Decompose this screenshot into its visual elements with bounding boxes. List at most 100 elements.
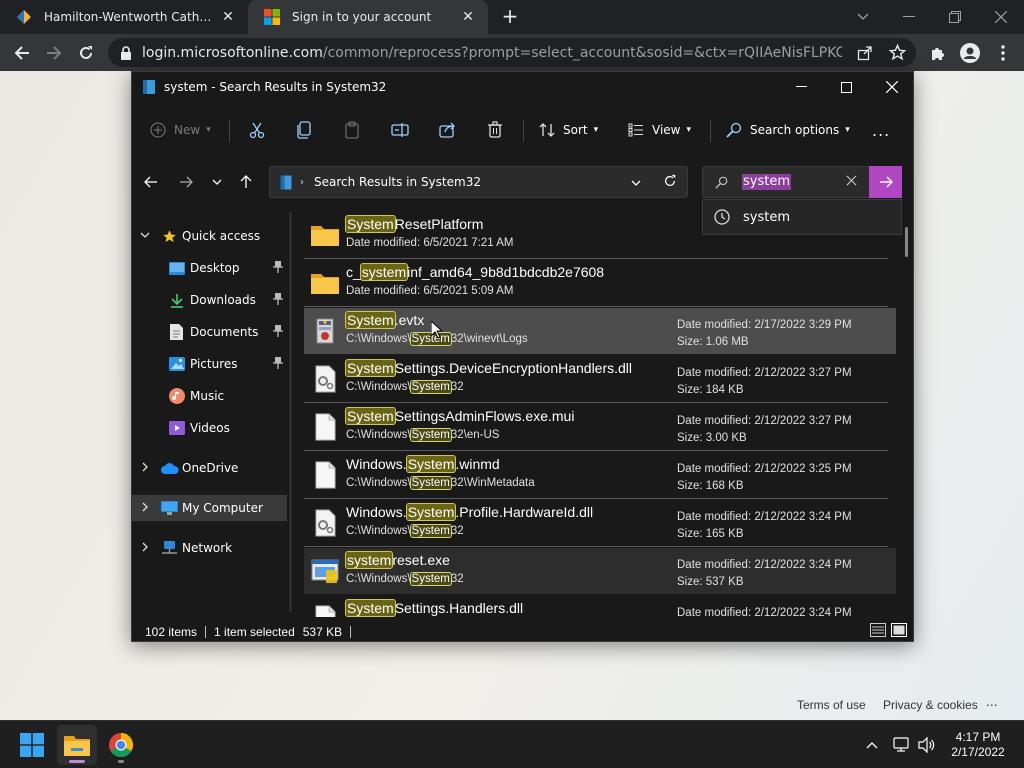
- search-input[interactable]: system: [742, 174, 791, 190]
- breadcrumb-chevron-icon[interactable]: ›: [300, 177, 304, 188]
- file-size: Size: 1.06 MB: [677, 336, 749, 348]
- nav-pane-scrollbar[interactable]: [289, 212, 292, 612]
- rename-button[interactable]: [391, 110, 409, 150]
- close-window-icon[interactable]: [978, 0, 1024, 34]
- browser-tab-hwcdsb[interactable]: Hamilton-Wentworth Catholic D ✕: [0, 0, 248, 34]
- nav-downloads[interactable]: Downloads: [132, 287, 287, 313]
- nav-network[interactable]: Network: [132, 535, 287, 561]
- recent-locations-chevron-icon[interactable]: [204, 169, 230, 195]
- back-arrow-icon[interactable]: [9, 40, 35, 66]
- back-arrow-icon[interactable]: [138, 169, 164, 195]
- cut-button[interactable]: [248, 110, 266, 150]
- nav-onedrive[interactable]: OneDrive: [132, 455, 287, 481]
- location-prefix: C:\Windows\: [346, 333, 411, 345]
- expand-chevron-icon[interactable]: [142, 461, 148, 475]
- terms-of-use-link[interactable]: Terms of use: [797, 698, 866, 712]
- search-go-button[interactable]: [869, 166, 902, 198]
- nav-label: Quick access: [182, 229, 261, 243]
- pin-icon[interactable]: [273, 357, 283, 372]
- copy-button[interactable]: [296, 110, 312, 150]
- computer-icon: [161, 501, 178, 515]
- nav-desktop[interactable]: Desktop: [132, 255, 287, 281]
- system-clock[interactable]: 4:17 PM 2/17/2022: [946, 730, 1010, 760]
- address-history-chevron-icon[interactable]: [631, 175, 641, 189]
- minimize-icon[interactable]: [886, 0, 932, 34]
- result-row[interactable]: Windows.System.winmd C:\Windows\System32\…: [304, 452, 896, 499]
- address-bar[interactable]: login.microsoftonline.com/common/reproce…: [108, 38, 916, 67]
- search-icon: [715, 176, 728, 189]
- volume-icon[interactable]: [918, 721, 936, 768]
- pin-icon[interactable]: [273, 325, 283, 340]
- taskbar-file-explorer[interactable]: [57, 725, 97, 765]
- show-hidden-icons-chevron-icon[interactable]: [866, 721, 878, 768]
- forward-arrow-icon[interactable]: [41, 40, 67, 66]
- close-tab-icon[interactable]: ✕: [218, 9, 238, 25]
- new-button[interactable]: New ▾: [150, 110, 211, 150]
- restore-icon[interactable]: [932, 0, 978, 34]
- result-row[interactable]: Windows.System.Profile.HardwareId.dll C:\…: [304, 500, 896, 547]
- tiles-view-icon[interactable]: [891, 623, 907, 640]
- result-row[interactable]: SystemSettings.Handlers.dll Date modified…: [304, 596, 896, 617]
- clock-time: 4:17 PM: [955, 730, 1001, 744]
- expand-chevron-icon[interactable]: [140, 231, 150, 241]
- result-row[interactable]: SystemSettingsAdminFlows.exe.mui C:\Windo…: [304, 404, 896, 451]
- privacy-cookies-link[interactable]: Privacy & cookies: [883, 698, 978, 712]
- forward-arrow-icon[interactable]: [173, 169, 199, 195]
- expand-chevron-icon[interactable]: [142, 541, 148, 555]
- minimize-icon[interactable]: [778, 72, 824, 102]
- more-options-button[interactable]: ...: [872, 110, 890, 150]
- url-host: login.microsoftonline.com: [142, 44, 323, 61]
- start-button[interactable]: [12, 725, 52, 765]
- footer-more-button[interactable]: ...: [986, 693, 998, 709]
- divider: [205, 626, 207, 638]
- plus-circle-icon: [150, 122, 166, 138]
- result-row[interactable]: SystemResetPlatform Date modified: 6/5/20…: [304, 212, 896, 259]
- delete-button[interactable]: [487, 110, 503, 150]
- result-row[interactable]: systemreset.exe C:\Windows\System32 Date m…: [304, 548, 896, 594]
- profile-avatar-icon[interactable]: [957, 40, 983, 66]
- result-row[interactable]: System.evtx C:\Windows\ System 32\winevt\Lo…: [304, 308, 896, 354]
- details-view-icon[interactable]: [870, 623, 886, 640]
- pin-icon[interactable]: [273, 261, 283, 276]
- extensions-puzzle-icon[interactable]: [925, 40, 951, 66]
- maximize-icon[interactable]: [823, 72, 869, 102]
- share-button[interactable]: [439, 110, 457, 150]
- nav-my-computer[interactable]: My Computer: [132, 495, 287, 521]
- result-row[interactable]: c_systeminf_amd64_9b8d1bdcdb2e7608 Date m…: [304, 260, 896, 307]
- nav-videos[interactable]: Videos: [132, 415, 287, 441]
- divider: [304, 258, 888, 259]
- expand-chevron-icon[interactable]: [142, 501, 148, 515]
- explorer-address-bar[interactable]: › Search Results in System32: [269, 166, 688, 198]
- paste-button[interactable]: [344, 110, 360, 150]
- up-arrow-icon[interactable]: [233, 169, 259, 195]
- taskbar-chrome[interactable]: [101, 725, 141, 765]
- nav-quick-access[interactable]: Quick access: [132, 223, 287, 249]
- network-status-icon[interactable]: [893, 721, 911, 768]
- nav-documents[interactable]: Documents: [132, 319, 287, 345]
- search-options-button[interactable]: Search options ▾: [726, 110, 850, 150]
- view-button[interactable]: View ▾: [628, 110, 691, 150]
- close-tab-icon[interactable]: ✕: [458, 9, 478, 25]
- menu-kebab-icon[interactable]: [990, 40, 1016, 66]
- sort-button[interactable]: Sort ▾: [539, 110, 598, 150]
- lock-icon[interactable]: [120, 45, 132, 60]
- running-indicator: [118, 760, 124, 763]
- bookmark-star-icon[interactable]: [889, 44, 906, 61]
- location-suffix: 32\winevt\Logs: [450, 333, 528, 345]
- clear-search-icon[interactable]: [846, 175, 857, 189]
- close-window-icon[interactable]: [869, 72, 915, 102]
- new-tab-button[interactable]: +: [498, 4, 522, 28]
- share-icon[interactable]: [857, 45, 873, 61]
- pin-icon[interactable]: [273, 293, 283, 308]
- date-modified: Date modified: 2/17/2022 3:29 PM: [677, 319, 852, 331]
- nav-music[interactable]: Music: [132, 383, 287, 409]
- result-row[interactable]: SystemSettings.DeviceEncryptionHandlers.…: [304, 356, 896, 403]
- nav-pictures[interactable]: Pictures: [132, 351, 287, 377]
- browser-tab-signin[interactable]: Sign in to your account ✕: [248, 0, 488, 34]
- explorer-titlebar[interactable]: system - Search Results in System32: [132, 72, 913, 102]
- refresh-icon[interactable]: [663, 174, 677, 191]
- tab-search-chevron-icon[interactable]: [840, 0, 886, 34]
- reload-icon[interactable]: [73, 40, 99, 66]
- file-size: Size: 165 KB: [677, 528, 744, 540]
- results-scrollbar-thumb[interactable]: [905, 227, 908, 257]
